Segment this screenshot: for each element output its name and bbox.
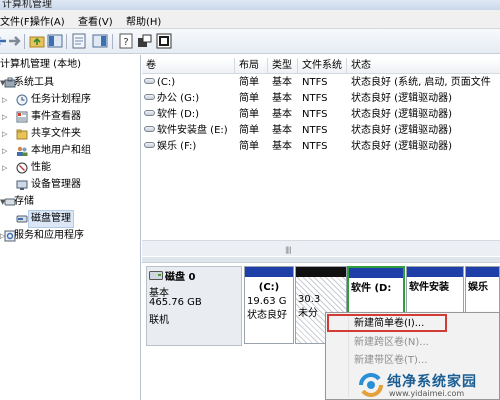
event-log-icon — [16, 111, 28, 123]
collapse-arrow-icon[interactable]: ▷ — [2, 109, 10, 125]
volume-list: 卷 布局 类型 文件系统 状态 (C:) 简单 基本 NTFS 状态良好 (系统… — [142, 55, 500, 265]
layout-cell: 简单 — [239, 141, 259, 152]
console-tree-icon[interactable] — [47, 33, 63, 49]
disk-status: 联机 — [149, 315, 169, 326]
table-row[interactable]: 娱乐 (F:) 简单 基本 NTFS 状态良好 (逻辑驱动器) — [142, 140, 500, 154]
collapse-arrow-icon[interactable]: ▷ — [2, 92, 10, 108]
drive-icon — [144, 78, 155, 84]
menu-file[interactable]: 文件(F) — [0, 13, 34, 28]
performance-icon — [16, 162, 28, 174]
drive-icon — [144, 142, 155, 148]
column-header-volume[interactable]: 卷 — [142, 58, 235, 74]
forward-arrow-icon[interactable] — [7, 33, 23, 49]
logical-drive-band — [349, 268, 403, 278]
toolbar-separator — [24, 34, 25, 49]
shared-folder-icon — [16, 128, 28, 140]
type-cell: 基本 — [272, 125, 292, 136]
volume-name-cell: 娱乐 (F:) — [144, 140, 234, 154]
table-row[interactable]: 软件安装盘 (E:) 简单 基本 NTFS 状态良好 (逻辑驱动器) — [142, 124, 500, 138]
status-cell: 状态良好 (逻辑驱动器) — [351, 125, 452, 136]
menu-item-new-striped-volume[interactable]: 新建带区卷(T)... — [354, 353, 427, 369]
volume-name-cell: 软件安装盘 (E:) — [144, 124, 238, 138]
view-icon[interactable] — [156, 33, 172, 49]
hard-disk-icon — [149, 271, 163, 280]
menu-help[interactable]: 帮助(H) — [126, 13, 161, 28]
volume-name-cell: 办公 (G:) — [144, 92, 234, 106]
watermark-url: www.yidaimei.com — [389, 389, 465, 398]
table-row[interactable]: (C:) 简单 基本 NTFS 状态良好 (系统, 启动, 页面文件 — [142, 76, 500, 90]
partition-c[interactable]: (C:) 19.63 G 状态良好 — [244, 266, 294, 344]
type-cell: 基本 — [272, 77, 292, 88]
menu-bar: 文件(F) 操作(A) 查看(V) 帮助(H) — [0, 10, 500, 29]
device-manager-icon — [16, 179, 28, 191]
volume-name-cell: 软件 (D:) — [144, 108, 234, 122]
type-cell: 基本 — [272, 141, 292, 152]
partition-text: (C:) 19.63 G 状态良好 — [247, 282, 287, 321]
users-icon — [16, 145, 28, 157]
filesystem-cell: NTFS — [302, 93, 328, 104]
properties-icon[interactable] — [71, 33, 87, 49]
refresh-icon[interactable]: ? — [118, 33, 134, 49]
column-header-type[interactable]: 类型 — [268, 58, 298, 74]
clock-icon — [16, 94, 28, 106]
layout-cell: 简单 — [239, 77, 259, 88]
column-header-layout[interactable]: 布局 — [235, 58, 268, 74]
menu-action[interactable]: 操作(A) — [30, 13, 65, 28]
title-bar: 计算机管理 — [0, 0, 500, 10]
filesystem-cell: NTFS — [302, 125, 328, 136]
status-cell: 状态良好 (逻辑驱动器) — [351, 109, 452, 120]
disk-name: 磁盘 0 — [165, 272, 196, 283]
watermark-logo-icon — [357, 371, 385, 399]
partition-text: 软件 (D: — [351, 283, 392, 294]
logical-drive-band — [407, 267, 463, 277]
partition-text: 娱乐 — [468, 282, 488, 293]
type-cell: 基本 — [272, 109, 292, 120]
disk-info-panel[interactable]: 磁盘 0 基本 465.76 GB 联机 — [146, 266, 242, 346]
filesystem-cell: NTFS — [302, 141, 328, 152]
unallocated-band — [296, 267, 346, 277]
drive-icon — [144, 110, 155, 116]
highlight-box — [327, 314, 447, 332]
menu-item-new-spanned-volume[interactable]: 新建跨区卷(N)... — [354, 335, 429, 351]
scrollbar-grip-icon[interactable]: |||| — [285, 246, 292, 254]
drive-icon — [144, 94, 155, 100]
menu-view[interactable]: 查看(V) — [78, 13, 113, 28]
up-folder-icon[interactable] — [29, 33, 45, 49]
help-icon[interactable] — [92, 33, 108, 49]
horizontal-scrollbar[interactable]: |||| — [142, 240, 500, 256]
primary-partition-band — [245, 267, 293, 277]
disk-management-icon — [16, 213, 28, 225]
watermark: 纯净系统家园 www.yidaimei.com — [357, 369, 500, 400]
export-icon[interactable] — [137, 33, 153, 49]
type-cell: 基本 — [272, 93, 292, 104]
layout-cell: 简单 — [239, 125, 259, 136]
column-header-filesystem[interactable]: 文件系统 — [298, 58, 347, 74]
column-header-status[interactable]: 状态 — [347, 58, 500, 74]
toolbar-separator — [66, 34, 67, 49]
status-cell: 状态良好 (逻辑驱动器) — [351, 93, 452, 104]
disk-size: 465.76 GB — [149, 297, 202, 308]
drive-icon — [144, 126, 155, 132]
layout-cell: 简单 — [239, 109, 259, 120]
status-cell: 状态良好 (逻辑驱动器) — [351, 141, 452, 152]
toolbar-separator — [112, 34, 113, 49]
filesystem-cell: NTFS — [302, 109, 328, 120]
watermark-title: 纯净系统家园 — [387, 374, 477, 390]
volume-list-header: 卷 布局 类型 文件系统 状态 — [142, 58, 500, 74]
table-row[interactable]: 办公 (G:) 简单 基本 NTFS 状态良好 (逻辑驱动器) — [142, 92, 500, 106]
collapse-arrow-icon[interactable]: ▷ — [2, 126, 10, 142]
status-cell: 状态良好 (系统, 启动, 页面文件 — [351, 77, 491, 88]
partition-text: 软件安装 — [409, 282, 449, 293]
svg-text:?: ? — [123, 37, 128, 48]
logical-drive-band — [466, 267, 499, 277]
collapse-arrow-icon[interactable]: ▷ — [2, 143, 10, 159]
volume-name-cell: (C:) — [144, 76, 234, 90]
collapse-arrow-icon[interactable]: ▷ — [2, 160, 10, 176]
layout-cell: 简单 — [239, 93, 259, 104]
window-title: 计算机管理 — [2, 0, 52, 10]
toolbar: ? — [0, 29, 500, 54]
navigation-tree: 计算机管理 (本地) ▼ 系统工具 ▷ 任务计划程序 ▷ 事件查看器 ▷ 共享文… — [0, 55, 141, 400]
filesystem-cell: NTFS — [302, 77, 328, 88]
table-row[interactable]: 软件 (D:) 简单 基本 NTFS 状态良好 (逻辑驱动器) — [142, 108, 500, 122]
